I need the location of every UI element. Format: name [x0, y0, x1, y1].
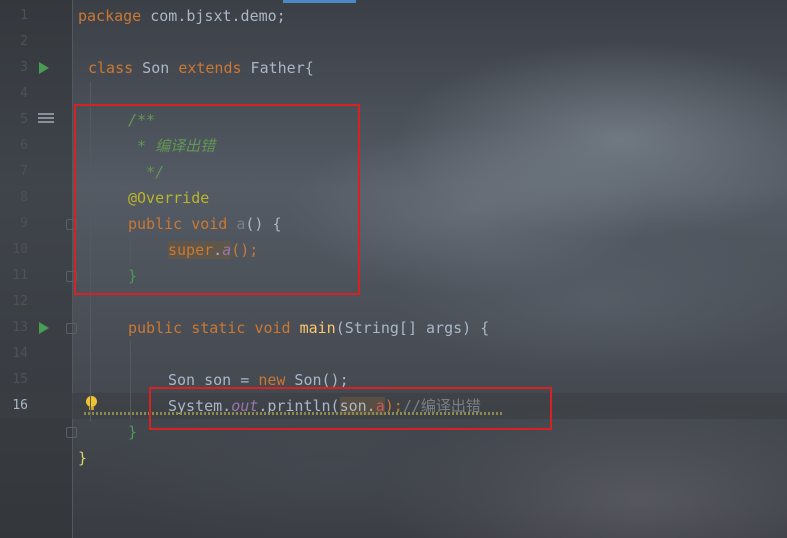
close-brace: } [78, 449, 88, 467]
line-number: 8 [20, 190, 28, 205]
fold-toggle-icon[interactable] [66, 427, 77, 438]
run-icon[interactable] [39, 62, 49, 74]
line-number: 7 [20, 164, 28, 179]
line-number: 6 [20, 138, 28, 153]
highlight-box [149, 387, 552, 430]
code-line-3[interactable]: 3 class Son extends Father{ [0, 55, 787, 81]
line-number: 5 [20, 112, 28, 127]
code-line-18[interactable]: } [0, 445, 787, 471]
line-number: 11 [12, 268, 28, 283]
method-signature: (String[] args) { [335, 319, 490, 337]
code-line-2[interactable]: 2 [0, 29, 787, 55]
run-icon[interactable] [39, 322, 49, 334]
line-number: 10 [12, 242, 28, 257]
line-number: 12 [12, 294, 28, 309]
keyword: extends [178, 59, 242, 77]
line-number: 14 [12, 346, 28, 361]
keyword: class [88, 59, 134, 77]
lightbulb-icon[interactable] [86, 396, 97, 410]
line-number: 9 [20, 216, 28, 231]
fold-toggle-icon[interactable] [66, 323, 77, 334]
line-number: 1 [20, 8, 28, 23]
indent-guide [130, 341, 131, 419]
keyword: package [78, 7, 142, 25]
class-name: Son [133, 59, 179, 77]
method-name: main [299, 319, 336, 337]
code-line-14[interactable]: 14 [0, 341, 787, 367]
keyword: void [254, 319, 291, 337]
code-line-13[interactable]: 13 public static void main(String[] args… [0, 315, 787, 341]
package-name: com.bjsxt.demo; [141, 7, 286, 25]
parent-class: Father{ [241, 59, 314, 77]
override-method-icon[interactable] [38, 113, 54, 125]
line-number: 15 [12, 372, 28, 387]
line-number: 3 [20, 60, 28, 75]
line-number: 16 [12, 398, 28, 413]
line-number: 13 [12, 320, 28, 335]
close-brace: } [128, 423, 138, 441]
code-line-1[interactable]: 1 package com.bjsxt.demo; [0, 3, 787, 29]
line-number: 2 [20, 34, 28, 49]
line-number: 4 [20, 86, 28, 101]
highlight-box [74, 104, 360, 295]
keyword: public [128, 319, 183, 337]
keyword: static [191, 319, 246, 337]
